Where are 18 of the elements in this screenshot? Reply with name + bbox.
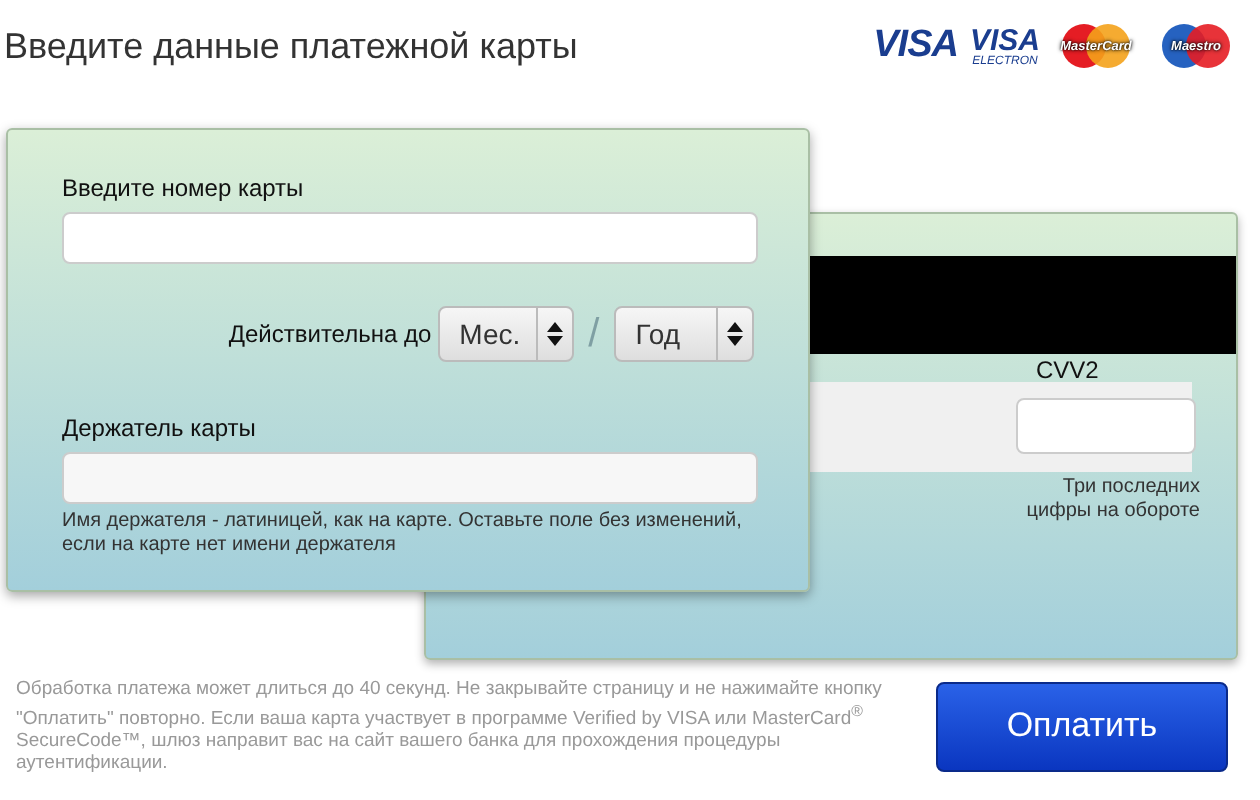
cardholder-hint: Имя держателя - латиницей, как на карте. Оставьте поле без изменений, если на карте нет имени держателя <box>62 510 744 558</box>
card-number-field[interactable] <box>62 212 758 264</box>
cvv-hint: Три последних цифры на обороте <box>1024 476 1200 524</box>
expiry-label: Действительна до <box>228 320 432 348</box>
page-title: Введите данные платежной карты <box>4 25 578 67</box>
stepper-icon <box>546 320 565 348</box>
stepper-icon <box>726 320 744 348</box>
month-select[interactable]: Мес. <box>437 306 575 362</box>
card-number-label: Введите номер карты <box>62 174 306 202</box>
cvv-label: CVV2 <box>1036 356 1099 384</box>
processing-note: Обработка платежа может длиться до 40 секунд. Не закрывайте страницу и не нажимайте кнопку "Оплатить" повторно. Если ваша карта участвует в программе Verified by VISA или MasterCard$^{®}$ SecureCode™, шлюз направит вас на сайт вашего банка для прохождения процедуры аутентификации. <box>16 678 884 775</box>
pay-button[interactable]: Оплатить <box>936 681 1228 772</box>
cardholder-label: Держатель карты <box>62 414 258 442</box>
visa-logo: VISA <box>873 24 958 68</box>
year-select[interactable]: Год <box>613 306 754 362</box>
cardholder-field[interactable] <box>62 452 758 504</box>
date-separator: / <box>588 311 600 357</box>
cvv-field[interactable] <box>1016 398 1196 454</box>
